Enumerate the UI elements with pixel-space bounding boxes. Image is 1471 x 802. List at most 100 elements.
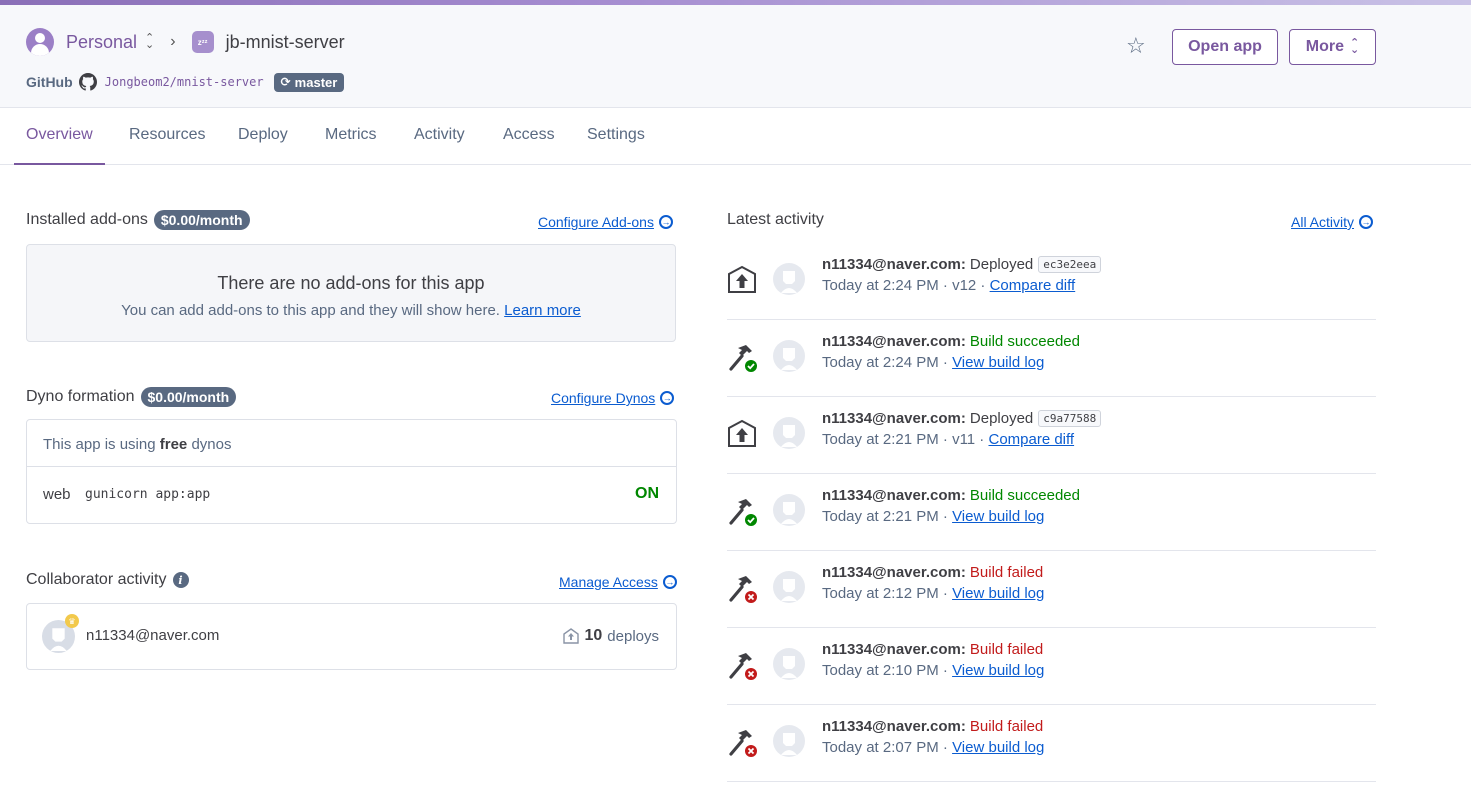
more-chevron-icon: ⌃ ⌄ xyxy=(1350,37,1360,56)
activity-heading: Latest activity xyxy=(727,211,824,229)
activity-time: Today at 2:12 PM · xyxy=(822,585,948,602)
manage-access-link[interactable]: Manage Access → xyxy=(559,574,677,590)
tab-metrics[interactable]: Metrics xyxy=(325,126,377,144)
tab-resources[interactable]: Resources xyxy=(129,126,205,144)
all-activity-text[interactable]: All Activity xyxy=(1291,214,1354,230)
tab-overview[interactable]: Overview xyxy=(26,126,93,144)
activity-user: n11334@naver.com: xyxy=(822,718,966,735)
deploy-label: deploys xyxy=(607,627,659,645)
activity-action: Build failed xyxy=(969,641,1044,658)
collaborator-email: n11334@naver.com xyxy=(86,627,220,644)
tab-activity[interactable]: Activity xyxy=(414,126,465,144)
configure-addons-text[interactable]: Configure Add-ons xyxy=(538,214,654,230)
github-icon xyxy=(78,73,97,91)
activity-user: n11334@naver.com: xyxy=(822,641,966,658)
all-activity-link[interactable]: All Activity → xyxy=(1291,214,1374,230)
github-label: GitHub xyxy=(26,74,73,90)
dyno-process-type: web xyxy=(43,486,71,503)
activity-meta: Today at 2:24 PM · v12 · Compare diff xyxy=(822,277,1075,294)
account-switcher[interactable]: Personal xyxy=(66,32,137,53)
activity-summary: n11334@naver.com: Deployed ec3e2eea xyxy=(822,256,1102,273)
activity-action: Build failed xyxy=(969,564,1044,581)
collaborator-title: Collaborator activity xyxy=(26,571,167,588)
addons-empty-description: You can add add-ons to this app and they… xyxy=(121,302,500,319)
compare-diff-link[interactable]: Compare diff xyxy=(990,277,1076,294)
addons-empty-title: There are no add-ons for this app xyxy=(217,273,485,293)
chevron-right-icon: › xyxy=(170,33,176,50)
github-connection: GitHub Jongbeom2/mnist-server ⟳ master xyxy=(26,71,345,93)
tab-access[interactable]: Access xyxy=(503,126,555,144)
activity-title: Latest activity xyxy=(727,211,824,228)
activity-summary: n11334@naver.com: Build succeeded xyxy=(822,487,1080,504)
dyno-tier-info: This app is using free dynos xyxy=(27,420,676,467)
sync-icon: ⟳ xyxy=(280,75,291,89)
more-button-label: More xyxy=(1305,38,1344,55)
activity-time: Today at 2:07 PM · xyxy=(822,739,948,756)
personal-avatar-icon[interactable] xyxy=(26,28,54,56)
dyno-row: web gunicorn app:app ON xyxy=(27,467,676,524)
deploy-count: 10 xyxy=(584,627,603,644)
view-build-log-link[interactable]: View build log xyxy=(952,354,1044,371)
open-app-button[interactable]: Open app xyxy=(1172,29,1278,65)
dyno-tier-suffix: dynos xyxy=(191,436,232,453)
compare-diff-link[interactable]: Compare diff xyxy=(988,431,1074,448)
activity-time: Today at 2:24 PM · xyxy=(822,354,948,371)
configure-addons-link[interactable]: Configure Add-ons → xyxy=(538,214,673,230)
activity-action: Build succeeded xyxy=(969,333,1080,350)
build-failed-icon xyxy=(727,573,757,603)
activity-action: Build succeeded xyxy=(969,487,1080,504)
configure-dynos-link[interactable]: Configure Dynos → xyxy=(551,390,675,406)
deploy-arrow-icon xyxy=(562,628,579,644)
activity-time: Today at 2:10 PM · xyxy=(822,662,948,679)
activity-time: Today at 2:21 PM · v11 · xyxy=(822,431,985,448)
dyno-title: Dyno formation xyxy=(26,388,135,405)
app-name: jb-mnist-server xyxy=(225,31,345,52)
addons-empty-text: You can add add-ons to this app and they… xyxy=(27,302,675,319)
activity-user-avatar xyxy=(773,263,805,295)
tab-settings[interactable]: Settings xyxy=(587,126,645,144)
activity-user-avatar xyxy=(773,725,805,757)
favorite-star-icon[interactable]: ☆ xyxy=(1126,33,1146,59)
activity-user: n11334@naver.com: xyxy=(822,564,966,581)
activity-user-avatar xyxy=(773,494,805,526)
app-header: Personal ⌃ ⌄ › zᶻᶻ jb-mnist-server GitHub… xyxy=(0,5,1471,108)
commit-sha: ec3e2eea xyxy=(1038,256,1102,273)
activity-user-avatar xyxy=(773,648,805,680)
activity-meta: Today at 2:21 PM · View build log xyxy=(822,508,1044,525)
activity-user-avatar xyxy=(773,340,805,372)
activity-user-avatar xyxy=(773,417,805,449)
dyno-tier-type: free xyxy=(159,436,188,453)
configure-dynos-text[interactable]: Configure Dynos xyxy=(551,390,655,406)
arrow-right-circle-icon: → xyxy=(662,575,677,589)
app-tabs: Overview Resources Deploy Metrics Activi… xyxy=(0,108,1471,165)
manage-access-text[interactable]: Manage Access xyxy=(559,574,658,590)
branch-badge: ⟳ master xyxy=(273,72,345,92)
activity-item: n11334@naver.com: Build failed Today at 2:… xyxy=(727,628,1376,705)
arrow-right-circle-icon: → xyxy=(1359,215,1374,229)
activity-summary: n11334@naver.com: Build failed xyxy=(822,718,1043,735)
owner-crown-icon: ♛ xyxy=(65,614,79,628)
activity-action: Build failed xyxy=(969,718,1044,735)
repo-link[interactable]: Jongbeom2/mnist-server xyxy=(105,75,264,89)
learn-more-link[interactable]: Learn more xyxy=(504,302,581,319)
activity-summary: n11334@naver.com: Build failed xyxy=(822,564,1043,581)
branch-name: master xyxy=(294,74,338,90)
view-build-log-link[interactable]: View build log xyxy=(952,585,1044,602)
tab-deploy[interactable]: Deploy xyxy=(238,126,288,144)
info-icon[interactable]: i xyxy=(172,572,189,588)
account-switcher-chevron-icon[interactable]: ⌃ ⌄ xyxy=(145,33,154,51)
activity-time: Today at 2:24 PM · v12 · xyxy=(822,277,986,294)
activity-meta: Today at 2:21 PM · v11 · Compare diff xyxy=(822,431,1074,448)
more-button[interactable]: More ⌃ ⌄ xyxy=(1289,29,1376,65)
view-build-log-link[interactable]: View build log xyxy=(952,662,1044,679)
activity-summary: n11334@naver.com: Build failed xyxy=(822,641,1043,658)
collaborator-heading: Collaborator activity i xyxy=(26,571,189,589)
activity-user: n11334@naver.com: xyxy=(822,256,966,273)
dyno-command: gunicorn app:app xyxy=(85,487,211,502)
arrow-right-circle-icon: → xyxy=(658,215,673,229)
addons-cost-badge: $0.00/month xyxy=(153,210,250,230)
dyno-formation-panel: This app is using free dynos web gunicor… xyxy=(26,419,677,524)
collaborator-panel: ♛ n11334@naver.com 10 deploys xyxy=(26,603,677,670)
view-build-log-link[interactable]: View build log xyxy=(952,508,1044,525)
view-build-log-link[interactable]: View build log xyxy=(952,739,1044,756)
